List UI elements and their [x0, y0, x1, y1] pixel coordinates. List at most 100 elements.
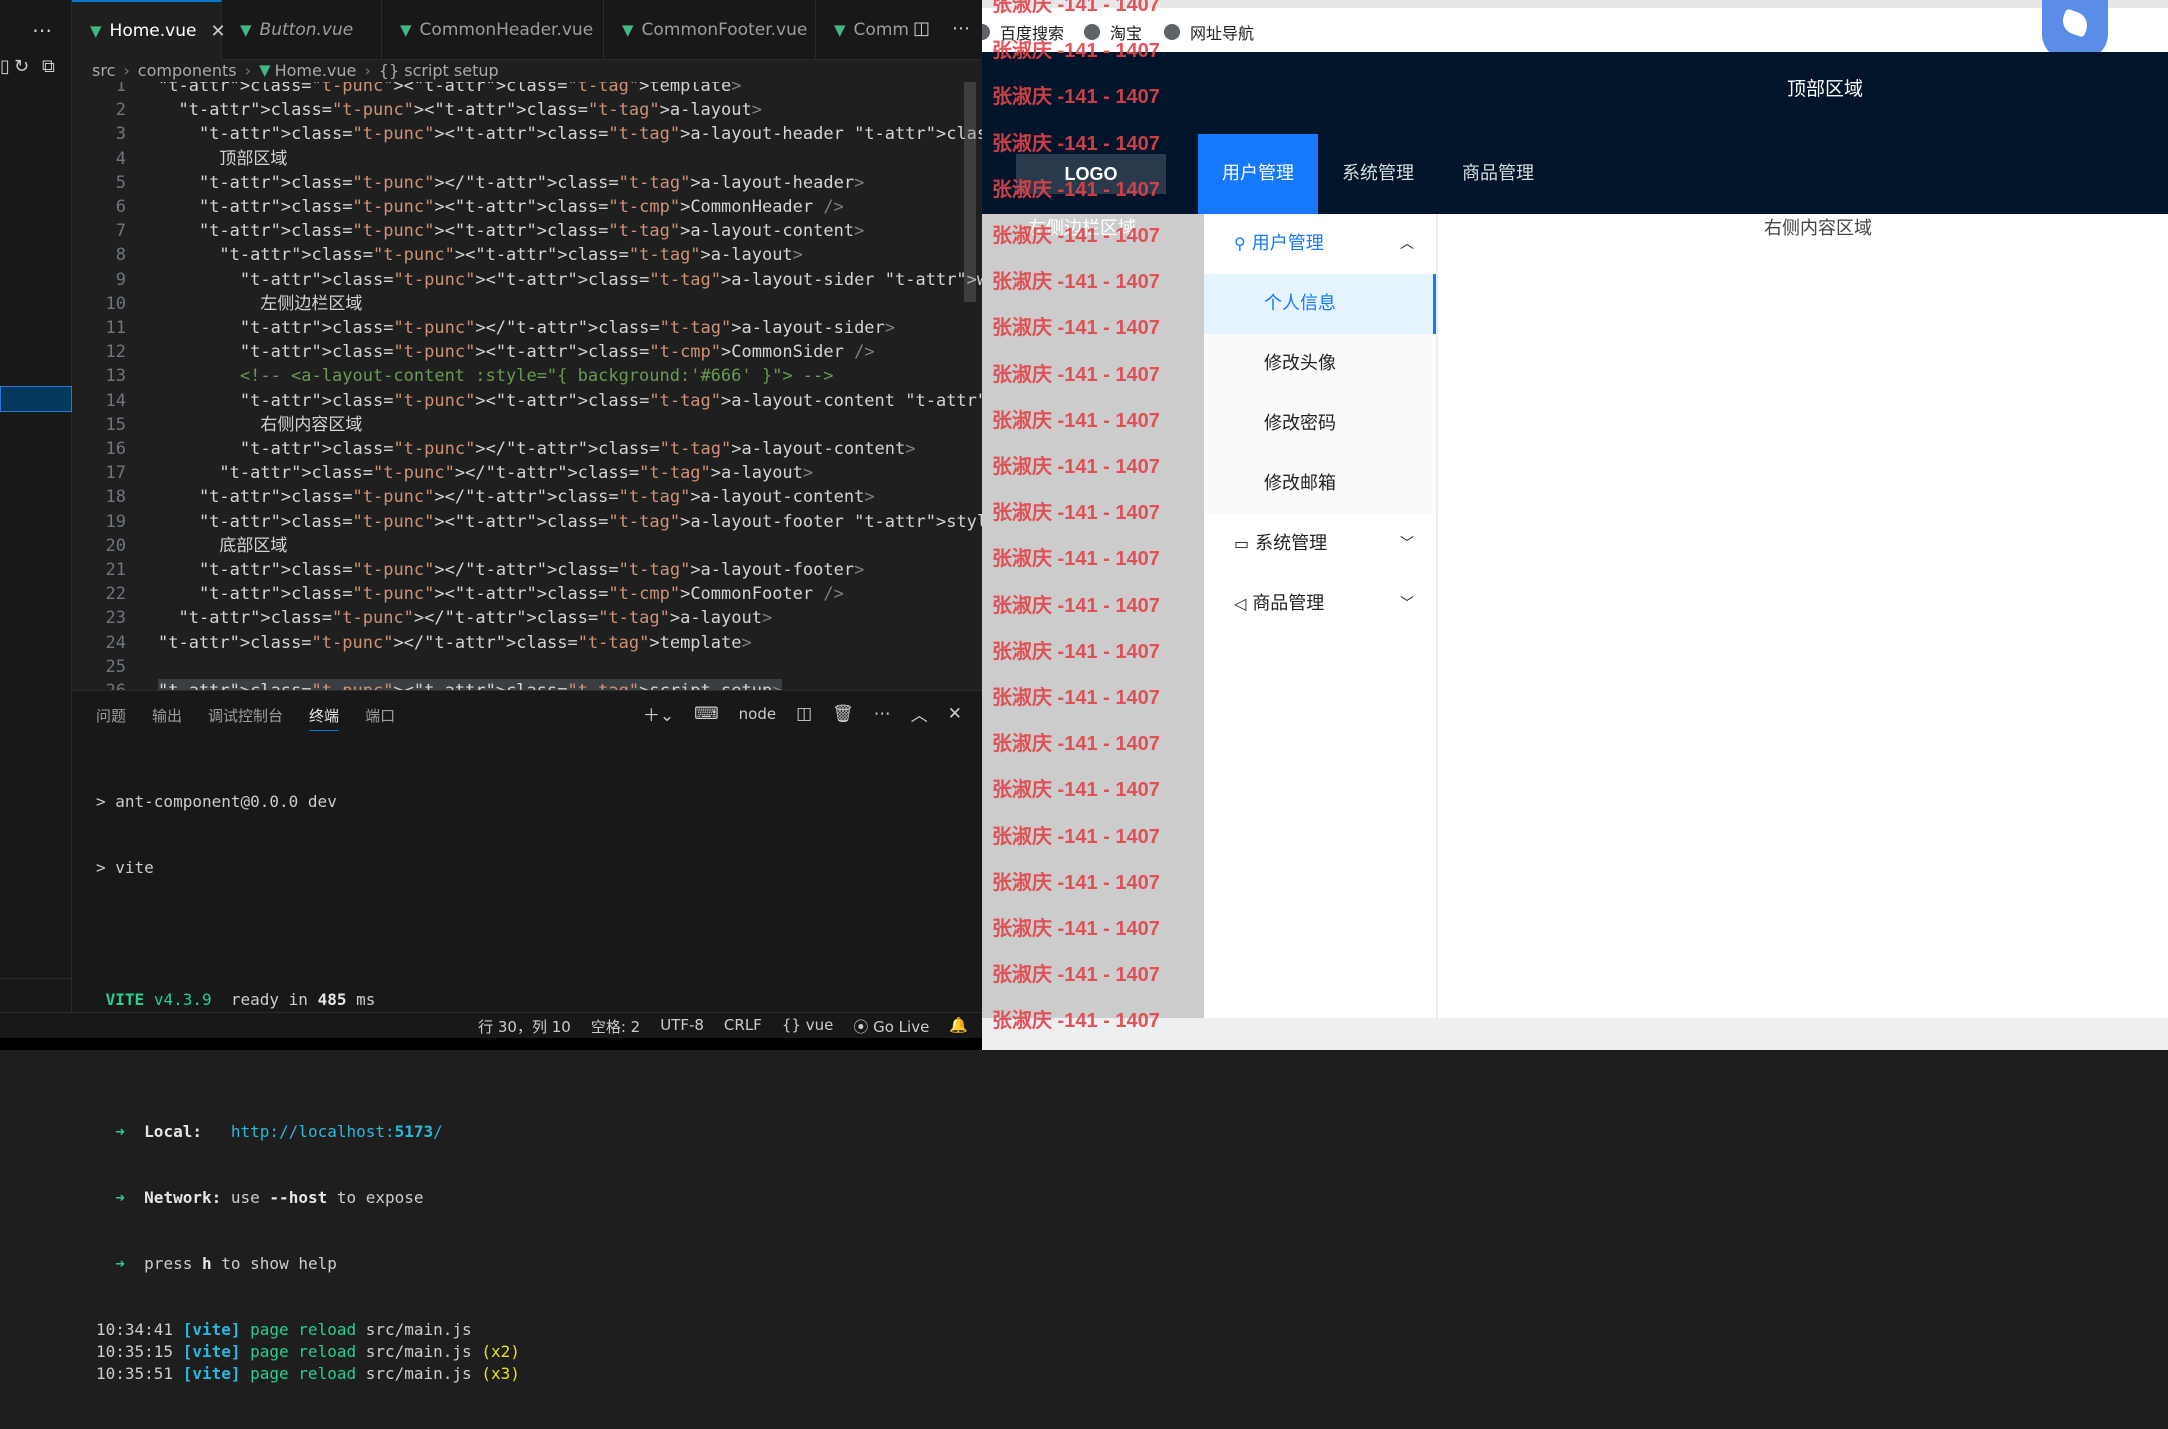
explorer-selected-item[interactable]	[0, 386, 72, 412]
indentation[interactable]: 空格: 2	[591, 1016, 640, 1037]
split-terminal-icon[interactable]: ◫	[796, 704, 812, 724]
panel-tabs: 问题 输出 调试控制台 终端 端口	[96, 705, 395, 731]
code-line[interactable]: 14 "t-attr">class="t-punc"><"t-attr">cla…	[72, 389, 982, 413]
menu-item-profile[interactable]: 个人信息	[1204, 274, 1436, 334]
code-line[interactable]: 9 "t-attr">class="t-punc"><"t-attr">clas…	[72, 268, 982, 292]
breadcrumb-components[interactable]: components	[138, 61, 237, 80]
line-number: 9	[115, 269, 126, 290]
line-ending[interactable]: CRLF	[724, 1016, 762, 1037]
code-line[interactable]: 22 "t-attr">class="t-punc"><"t-attr">cla…	[72, 582, 952, 606]
menu-item-password[interactable]: 修改密码	[1204, 394, 1436, 454]
more-icon[interactable]: ⋯	[32, 18, 52, 42]
code-line[interactable]: 24 "t-attr">class="t-punc"></"t-attr">cla…	[72, 631, 952, 655]
menu-item-avatar[interactable]: 修改头像	[1204, 334, 1436, 394]
terminal-output[interactable]: > ant-component@0.0.0 dev > vite VITE v4…	[96, 747, 966, 1429]
topmenu-system[interactable]: 系统管理	[1318, 134, 1438, 214]
line-code: "t-attr">class="t-punc"><"t-attr">class=…	[239, 342, 875, 363]
tab-comm[interactable]: ▼ Comm	[816, 0, 916, 60]
close-panel-icon[interactable]: ✕	[948, 704, 962, 724]
collapse-all-icon[interactable]: ⧉	[42, 56, 55, 77]
terminal-name[interactable]: node	[739, 705, 776, 723]
menu-product-management[interactable]: ◁ 商品管理 ﹀	[1204, 574, 1436, 634]
code-line[interactable]: 4 顶部区域	[72, 147, 952, 171]
local-url[interactable]: http://localhost:5173/	[231, 1122, 443, 1141]
network-text: use	[230, 1188, 260, 1207]
code-line[interactable]: 23 "t-attr">class="t-punc"></"t-attr">cl…	[72, 606, 952, 630]
code-line[interactable]: 21 "t-attr">class="t-punc"></"t-attr">cl…	[72, 558, 952, 582]
tab-ports[interactable]: 端口	[365, 705, 395, 731]
new-file-icon[interactable]: ▯	[0, 56, 10, 77]
code-line[interactable]: 13 <!-- <a-layout-content :style="{ back…	[72, 364, 952, 388]
terminal-line: > ant-component@0.0.0 dev	[96, 792, 337, 811]
code-line[interactable]: 16 "t-attr">class="t-punc"></"t-attr">cl…	[72, 437, 952, 461]
go-live-button[interactable]: ⦿ Go Live	[853, 1016, 929, 1037]
code-line[interactable]: 5 "t-attr">class="t-punc"></"t-attr">cla…	[72, 171, 952, 195]
minimap-scrollbar[interactable]	[964, 82, 976, 302]
tab-commonfooter-vue[interactable]: ▼ CommonFooter.vue	[604, 0, 816, 60]
globe-icon	[982, 24, 990, 40]
arrow-icon: ➜	[115, 1254, 125, 1273]
bookmarks-bar: 百度搜索 淘宝 网址导航	[982, 0, 2168, 60]
more-icon[interactable]: ⋯	[874, 704, 891, 724]
breadcrumb-symbol[interactable]: {} script setup	[379, 61, 499, 80]
status-bar: 行 30，列 10 空格: 2 UTF-8 CRLF {} vue ⦿ Go L…	[0, 1012, 982, 1038]
code-line[interactable]: 25	[72, 655, 952, 679]
cursor-position[interactable]: 行 30，列 10	[478, 1016, 571, 1037]
terminal-line: > vite	[96, 858, 154, 877]
extension-bird-icon[interactable]	[2042, 0, 2108, 60]
code-line[interactable]: 10 左侧边栏区域	[72, 292, 952, 316]
code-line[interactable]: 15 右侧内容区域	[72, 413, 952, 437]
split-editor-icon[interactable]: ◫	[913, 18, 930, 39]
refresh-icon[interactable]: ↻	[14, 56, 29, 77]
bell-icon[interactable]: 🔔	[949, 1016, 968, 1037]
code-line[interactable]: 18 "t-attr">class="t-punc"></"t-attr">cl…	[72, 485, 952, 509]
code-line[interactable]: 6 "t-attr">class="t-punc"><"t-attr">clas…	[72, 195, 952, 219]
code-line[interactable]: 11 "t-attr">class="t-punc"></"t-attr">cl…	[72, 316, 952, 340]
new-terminal-icon[interactable]: ＋⌄	[643, 701, 674, 726]
code-line[interactable]: 7 "t-attr">class="t-punc"><"t-attr">clas…	[72, 219, 952, 243]
line-code: "t-attr">class="t-punc"><"t-attr">class=…	[219, 245, 803, 266]
breadcrumb-src[interactable]: src	[92, 61, 115, 80]
topmenu-user[interactable]: 用户管理	[1198, 134, 1318, 214]
maximize-panel-icon[interactable]: ︿	[911, 701, 928, 726]
tab-problems[interactable]: 问题	[96, 705, 126, 731]
breadcrumb-file[interactable]: Home.vue	[275, 61, 357, 80]
bookmark-baidu[interactable]: 百度搜索	[982, 20, 1064, 44]
minimap[interactable]	[896, 82, 976, 690]
code-line[interactable]: 17 "t-attr">class="t-punc"></"t-attr">cl…	[72, 461, 952, 485]
tab-button-vue[interactable]: ▼ Button.vue	[222, 0, 382, 60]
bookmark-taobao[interactable]: 淘宝	[1084, 20, 1142, 44]
menu-item-email[interactable]: 修改邮箱	[1204, 454, 1436, 514]
language-mode[interactable]: {} vue	[782, 1016, 834, 1037]
code-line[interactable]: 19 "t-attr">class="t-punc"><"t-attr">cla…	[72, 510, 982, 534]
line-code: 底部区域	[158, 535, 288, 556]
tab-terminal[interactable]: 终端	[309, 705, 340, 731]
more-actions-icon[interactable]: ⋯	[952, 18, 970, 39]
header-title: 顶部区域	[1786, 78, 1863, 100]
topmenu-product[interactable]: 商品管理	[1438, 134, 1558, 214]
tab-home-vue[interactable]: ▼ Home.vue ✕	[72, 0, 226, 60]
bookmark-hao[interactable]: 网址导航	[1164, 20, 1254, 44]
left-sider: 左侧边栏区域	[982, 214, 1204, 1018]
code-line[interactable]: 3 "t-attr">class="t-punc"><"t-attr">clas…	[72, 122, 982, 146]
code-line[interactable]: 26 "t-attr">class="t-punc"><"t-attr">clas…	[72, 679, 952, 690]
trash-icon[interactable]: 🗑	[832, 704, 854, 724]
line-number: 25	[105, 656, 126, 677]
code-line[interactable]: 12 "t-attr">class="t-punc"><"t-attr">cla…	[72, 340, 952, 364]
line-number: 26	[72, 679, 126, 690]
network-flag: --host	[269, 1188, 328, 1207]
code-editor[interactable]: 1 "t-attr">class="t-punc"><"t-attr">class…	[72, 82, 982, 690]
code-line[interactable]: 1 "t-attr">class="t-punc"><"t-attr">class…	[72, 82, 952, 98]
code-line[interactable]: 20 底部区域	[72, 534, 952, 558]
tab-commonheader-vue[interactable]: ▼ CommonHeader.vue	[382, 0, 604, 60]
menu-user-management[interactable]: ⚲ 用户管理 ︿	[1204, 214, 1436, 274]
encoding[interactable]: UTF-8	[660, 1016, 704, 1037]
code-line[interactable]: 8 "t-attr">class="t-punc"><"t-attr">clas…	[72, 243, 952, 267]
line-code: "t-attr">class="t-punc"></"t-attr">class…	[178, 608, 773, 629]
code-line[interactable]: 2 "t-attr">class="t-punc"><"t-attr">clas…	[72, 98, 952, 122]
tab-output[interactable]: 输出	[152, 705, 182, 731]
tab-debug-console[interactable]: 调试控制台	[208, 705, 283, 731]
menu-system-management[interactable]: ▭ 系统管理 ﹀	[1204, 514, 1436, 574]
line-code: "t-attr">class="t-punc"><"t-attr">class=…	[158, 679, 783, 690]
line-code: "t-attr">class="t-punc"></"t-attr">class…	[198, 172, 865, 193]
